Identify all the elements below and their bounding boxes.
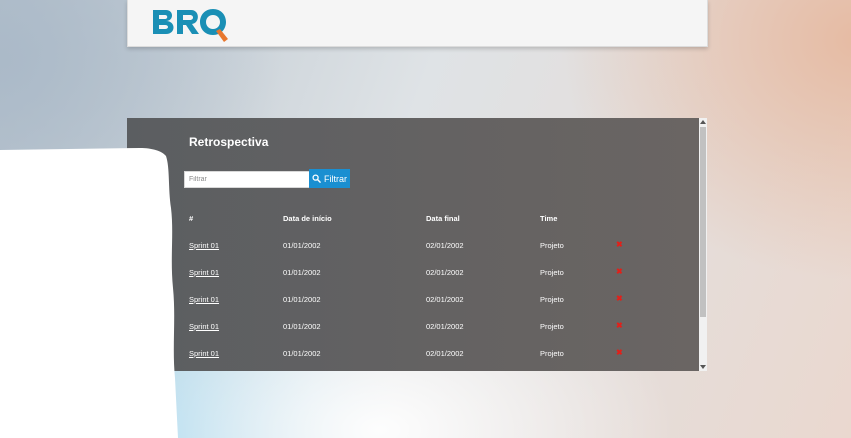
close-icon[interactable]: ✖ bbox=[616, 349, 624, 357]
close-icon[interactable]: ✖ bbox=[616, 241, 624, 249]
end-date-cell: 02/01/2002 bbox=[426, 349, 464, 358]
team-cell: Projeto bbox=[540, 349, 564, 358]
column-header-end-date: Data final bbox=[426, 214, 460, 223]
sprint-link[interactable]: Sprint 01 bbox=[189, 349, 219, 358]
filter-button[interactable]: Filtrar bbox=[309, 169, 350, 188]
page-title: Retrospectiva bbox=[189, 135, 269, 149]
sprint-link[interactable]: Sprint 01 bbox=[189, 322, 219, 331]
filter-button-label: Filtrar bbox=[324, 173, 347, 184]
table-row: Sprint 01 01/01/2002 02/01/2002 Projeto … bbox=[127, 319, 699, 335]
scroll-down-icon[interactable] bbox=[700, 365, 706, 369]
app-header bbox=[127, 0, 708, 47]
end-date-cell: 02/01/2002 bbox=[426, 322, 464, 331]
panel-scrollbar[interactable] bbox=[699, 118, 707, 371]
table-row: Sprint 01 01/01/2002 02/01/2002 Projeto … bbox=[127, 292, 699, 308]
end-date-cell: 02/01/2002 bbox=[426, 241, 464, 250]
table-row: Sprint 01 01/01/2002 02/01/2002 Projeto … bbox=[127, 265, 699, 281]
team-cell: Projeto bbox=[540, 295, 564, 304]
filter-input[interactable] bbox=[184, 171, 310, 188]
table-row: Sprint 01 01/01/2002 02/01/2002 Projeto … bbox=[127, 238, 699, 254]
team-cell: Projeto bbox=[540, 241, 564, 250]
sprint-link[interactable]: Sprint 01 bbox=[189, 241, 219, 250]
column-header-number: # bbox=[189, 214, 194, 223]
table-row: Sprint 01 01/01/2002 02/01/2002 Projeto … bbox=[127, 346, 699, 362]
scrollbar-thumb[interactable] bbox=[700, 127, 706, 317]
close-icon[interactable]: ✖ bbox=[616, 268, 624, 276]
team-cell: Projeto bbox=[540, 322, 564, 331]
retrospective-panel: Retrospectiva Filtrar # Data de início D… bbox=[127, 118, 699, 371]
start-date-cell: 01/01/2002 bbox=[283, 241, 321, 250]
close-icon[interactable]: ✖ bbox=[616, 322, 624, 330]
start-date-cell: 01/01/2002 bbox=[283, 349, 321, 358]
scroll-up-icon[interactable] bbox=[700, 120, 706, 124]
redaction-overlay bbox=[0, 148, 178, 438]
close-icon[interactable]: ✖ bbox=[616, 295, 624, 303]
end-date-cell: 02/01/2002 bbox=[426, 268, 464, 277]
start-date-cell: 01/01/2002 bbox=[283, 268, 321, 277]
start-date-cell: 01/01/2002 bbox=[283, 295, 321, 304]
search-icon bbox=[312, 174, 321, 183]
brq-logo[interactable] bbox=[150, 4, 230, 44]
sprint-link[interactable]: Sprint 01 bbox=[189, 295, 219, 304]
column-header-start-date: Data de início bbox=[283, 214, 332, 223]
team-cell: Projeto bbox=[540, 268, 564, 277]
column-header-team: Time bbox=[540, 214, 558, 223]
end-date-cell: 02/01/2002 bbox=[426, 295, 464, 304]
sprint-link[interactable]: Sprint 01 bbox=[189, 268, 219, 277]
start-date-cell: 01/01/2002 bbox=[283, 322, 321, 331]
